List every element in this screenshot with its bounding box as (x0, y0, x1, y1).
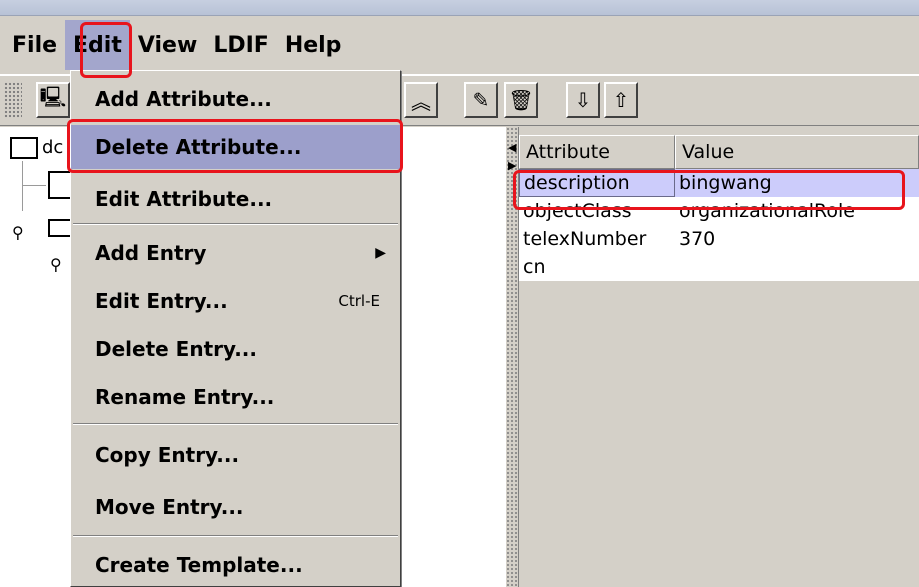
menu-item-move-entry[interactable]: Move Entry... (71, 485, 400, 529)
menu-item-label: Move Entry... (95, 495, 244, 519)
menu-item-add-entry[interactable]: Add Entry ▶ (71, 231, 400, 275)
attribute-table: Attribute Value description bingwang obj… (519, 135, 919, 281)
menu-edit[interactable]: Edit (65, 20, 130, 70)
cell-attribute: description (519, 169, 675, 197)
cell-attribute: telexNumber (523, 228, 647, 250)
menu-separator (73, 423, 398, 425)
menu-item-label: Edit Entry... (95, 289, 228, 313)
edit-icon[interactable]: ✎ (464, 82, 498, 118)
menu-help[interactable]: Help (277, 20, 350, 70)
attribute-panel: Attribute Value description bingwang obj… (519, 127, 919, 587)
trash-icon[interactable]: 🗑 (504, 82, 538, 118)
column-header-attribute[interactable]: Attribute (519, 135, 675, 169)
menu-item-label: Copy Entry... (95, 443, 240, 467)
table-row[interactable]: telexNumber 370 (519, 225, 919, 253)
collapse-left-icon[interactable]: ◀ (508, 142, 516, 153)
folder-icon (10, 137, 38, 159)
menu-item-delete-attribute[interactable]: Delete Attribute... (71, 125, 400, 169)
cell-attribute: cn (523, 256, 546, 278)
collapse-right-icon[interactable]: ▶ (508, 160, 516, 171)
menu-item-label: Edit Attribute... (95, 187, 273, 211)
menu-item-rename-entry[interactable]: Rename Entry... (71, 375, 400, 419)
tree-root-label[interactable]: dc (42, 137, 63, 158)
menu-separator (73, 535, 398, 537)
pane-splitter[interactable] (505, 127, 519, 587)
table-row[interactable]: cn (519, 253, 919, 281)
menu-item-label: Delete Entry... (95, 337, 257, 361)
export-icon[interactable]: ⇧ (604, 82, 638, 118)
table-row[interactable]: description bingwang (519, 169, 919, 197)
menu-item-label: Add Attribute... (95, 87, 272, 111)
menu-item-label: Add Entry (95, 241, 207, 265)
cell-value: bingwang (679, 172, 772, 194)
menu-item-create-template[interactable]: Create Template... (71, 543, 400, 587)
menu-bar: File Edit View LDIF Help (0, 16, 919, 74)
menu-item-copy-entry[interactable]: Copy Entry... (71, 433, 400, 477)
window-title-strip (0, 0, 919, 16)
cell-value (675, 253, 919, 281)
import-icon[interactable]: ⇩ (566, 82, 600, 118)
menu-item-delete-entry[interactable]: Delete Entry... (71, 327, 400, 371)
cell-value: organizationalRole (679, 200, 856, 222)
tree-connector (22, 161, 23, 211)
table-row[interactable]: objectClass organizationalRole (519, 197, 919, 225)
menu-view[interactable]: View (130, 20, 205, 70)
expand-handle-icon[interactable]: ⚲ (50, 255, 62, 274)
menu-item-edit-entry[interactable]: Edit Entry... Ctrl-E (71, 279, 400, 323)
submenu-arrow-icon: ▶ (375, 245, 386, 261)
menu-item-add-attribute[interactable]: Add Attribute... (71, 77, 400, 121)
menu-file[interactable]: File (4, 20, 65, 70)
shortcut-label: Ctrl-E (338, 292, 380, 310)
up-chevron-icon[interactable]: ︽ (404, 82, 438, 118)
toolbar-grip[interactable] (4, 82, 22, 118)
expand-handle-icon[interactable]: ⚲ (12, 223, 24, 242)
menu-separator (73, 223, 398, 225)
computer-icon[interactable]: 🖳 (36, 82, 70, 118)
cell-attribute: objectClass (523, 200, 632, 222)
menu-item-label: Rename Entry... (95, 385, 275, 409)
cell-value: 370 (679, 228, 716, 250)
table-header: Attribute Value (519, 135, 919, 169)
column-header-value[interactable]: Value (675, 135, 919, 169)
tree-connector (22, 185, 46, 186)
edit-menu-dropdown: Add Attribute... Delete Attribute... Edi… (70, 70, 401, 587)
menu-ldif[interactable]: LDIF (205, 20, 277, 70)
document-icon (48, 171, 72, 199)
menu-item-label: Create Template... (95, 553, 303, 577)
menu-item-edit-attribute[interactable]: Edit Attribute... (71, 177, 400, 221)
menu-item-label: Delete Attribute... (95, 135, 302, 159)
